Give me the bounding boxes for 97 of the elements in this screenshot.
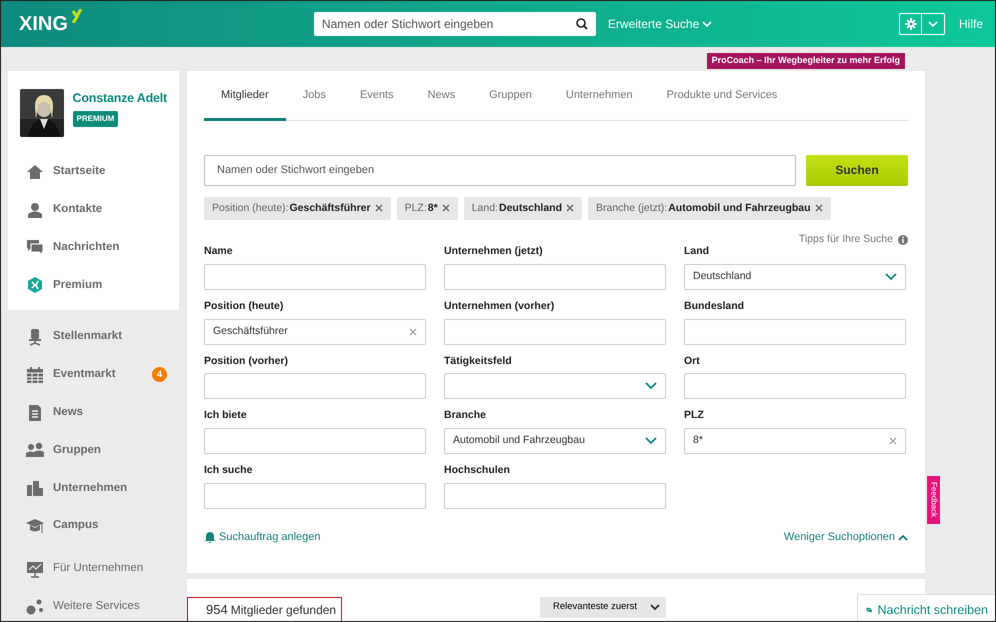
search-field[interactable]: Namen oder Stichwort eingeben — [204, 154, 796, 186]
tips-link[interactable]: Tipps für Ihre Suche — [798, 232, 893, 248]
tab[interactable]: News — [410, 71, 472, 120]
sidebar-item[interactable]: Premium — [8, 266, 179, 304]
filter-chip[interactable]: PLZ:8* — [396, 196, 458, 220]
chair-icon — [26, 328, 44, 346]
field-label: PLZ — [684, 408, 705, 424]
dots-icon — [26, 598, 44, 616]
input-field[interactable] — [204, 373, 426, 400]
premium-badge: PREMIUM — [72, 110, 118, 127]
search-field[interactable]: Namen oder Stichwort eingeben — [314, 12, 596, 36]
field-label: Unternehmen (jetzt) — [444, 244, 544, 259]
sidebar-item[interactable]: Nachrichten — [8, 228, 179, 266]
field-label: Hochschulen — [444, 463, 511, 478]
presentation-screen-icon — [26, 560, 44, 578]
input-field[interactable] — [444, 318, 666, 344]
person-icon — [26, 200, 44, 219]
chevron-down-icon — [928, 20, 938, 28]
chevron-down-icon — [650, 604, 660, 611]
save-search-link[interactable]: Suchauftrag anlegen — [204, 528, 321, 546]
people-icon — [26, 441, 44, 460]
field-label: Land — [684, 244, 710, 259]
field-label: Branche — [444, 408, 488, 424]
sidebar-item[interactable]: Kontakte — [8, 190, 179, 229]
field-label: Position (heute) — [204, 298, 284, 314]
notification-badge: 4 — [152, 367, 167, 382]
field-label: Name — [204, 244, 234, 259]
clear-icon[interactable] — [409, 328, 417, 336]
sidebar-item[interactable]: Eventmarkt 4 — [8, 356, 179, 394]
input-field[interactable] — [444, 482, 666, 509]
input-field[interactable] — [444, 264, 666, 290]
calendar-icon — [26, 366, 44, 384]
sidebar-item[interactable]: Unternehmen — [8, 469, 179, 508]
input-field[interactable] — [204, 428, 426, 454]
input-field[interactable]: 8* — [684, 428, 906, 454]
field-label: Ich biete — [204, 408, 248, 424]
field-label: Ort — [684, 354, 701, 368]
sidebar-item[interactable]: Gruppen — [8, 432, 179, 470]
buildings-icon — [26, 479, 44, 498]
dropdown[interactable]: Deutschland — [684, 264, 906, 290]
fewer-options-link[interactable]: Weniger Suchoptionen — [784, 528, 908, 546]
settings-icon — [904, 18, 917, 30]
tab[interactable]: Mitglieder — [204, 71, 286, 120]
filter-chip[interactable]: Land:Deutschland — [464, 196, 582, 220]
chat-icon — [26, 238, 44, 256]
tab[interactable]: Events — [342, 71, 411, 120]
document-icon — [26, 404, 44, 422]
profile-name[interactable]: Constanze Adelt — [72, 89, 167, 108]
sidebar-item[interactable]: Für Unternehmen — [8, 550, 179, 588]
filter-chip[interactable]: Position (heute):Geschäftsführer — [204, 196, 391, 220]
sidebar-item[interactable]: Campus — [8, 507, 179, 545]
close-icon[interactable] — [442, 204, 450, 212]
chevron-down-icon — [645, 437, 657, 445]
dropdown[interactable]: Automobil und Fahrzeugbau — [444, 428, 666, 454]
home-icon — [26, 162, 44, 181]
search-icon — [576, 18, 588, 30]
close-icon[interactable] — [374, 204, 383, 212]
tab[interactable]: Gruppen — [472, 71, 549, 120]
sort-dropdown[interactable]: Relevanteste zuerst — [540, 597, 666, 618]
field-label: Unternehmen (vorher) — [444, 298, 556, 314]
input-field[interactable]: Geschäftsführer — [204, 318, 426, 344]
input-field[interactable] — [684, 318, 906, 344]
field-label: Ich suche — [204, 463, 254, 478]
bell-icon — [204, 531, 216, 543]
chevron-up-icon — [898, 534, 908, 540]
close-icon[interactable] — [566, 204, 574, 212]
tab[interactable]: Produkte und Services — [650, 71, 794, 120]
write-message-button[interactable]: Nachricht schreiben — [857, 594, 995, 621]
input-field[interactable] — [204, 482, 426, 509]
field-label: Bundesland — [684, 298, 746, 314]
sidebar-item[interactable]: Stellenmarkt — [8, 318, 179, 356]
close-icon[interactable] — [814, 204, 823, 212]
graduation-cap-icon — [26, 517, 44, 536]
promo-banner[interactable]: ProCoach – Ihr Wegbegleiter zu mehr Erfolg — [706, 53, 905, 68]
settings-button[interactable] — [898, 13, 945, 35]
chevron-down-icon — [645, 382, 657, 390]
sidebar-item[interactable]: Weitere Services — [8, 588, 179, 621]
search-button[interactable]: Suchen — [806, 154, 908, 186]
input-field[interactable] — [204, 264, 426, 290]
field-label: Position (vorher) — [204, 354, 290, 368]
tab[interactable]: Unternehmen — [548, 71, 650, 120]
results-count: 954 Mitglieder gefunden — [187, 597, 342, 621]
field-label: Tätigkeitsfeld — [444, 354, 513, 368]
premium-icon — [26, 276, 44, 294]
advanced-search-link[interactable]: Erweiterte Suche — [608, 15, 712, 33]
dropdown[interactable] — [444, 373, 666, 400]
filter-chip[interactable]: Branche (jetzt):Automobil und Fahrzeugbau — [588, 196, 831, 220]
feedback-tab[interactable]: Feedback — [927, 476, 940, 524]
sidebar-item[interactable]: News — [8, 394, 179, 432]
info-icon — [898, 235, 908, 246]
clear-icon[interactable] — [889, 437, 897, 445]
input-field[interactable] — [684, 373, 906, 400]
sidebar-item[interactable]: Startseite — [8, 153, 179, 191]
chevron-down-icon — [702, 20, 712, 28]
tab[interactable]: Jobs — [286, 71, 343, 120]
logo[interactable]: XING — [19, 9, 84, 39]
chevron-down-icon — [885, 272, 897, 281]
